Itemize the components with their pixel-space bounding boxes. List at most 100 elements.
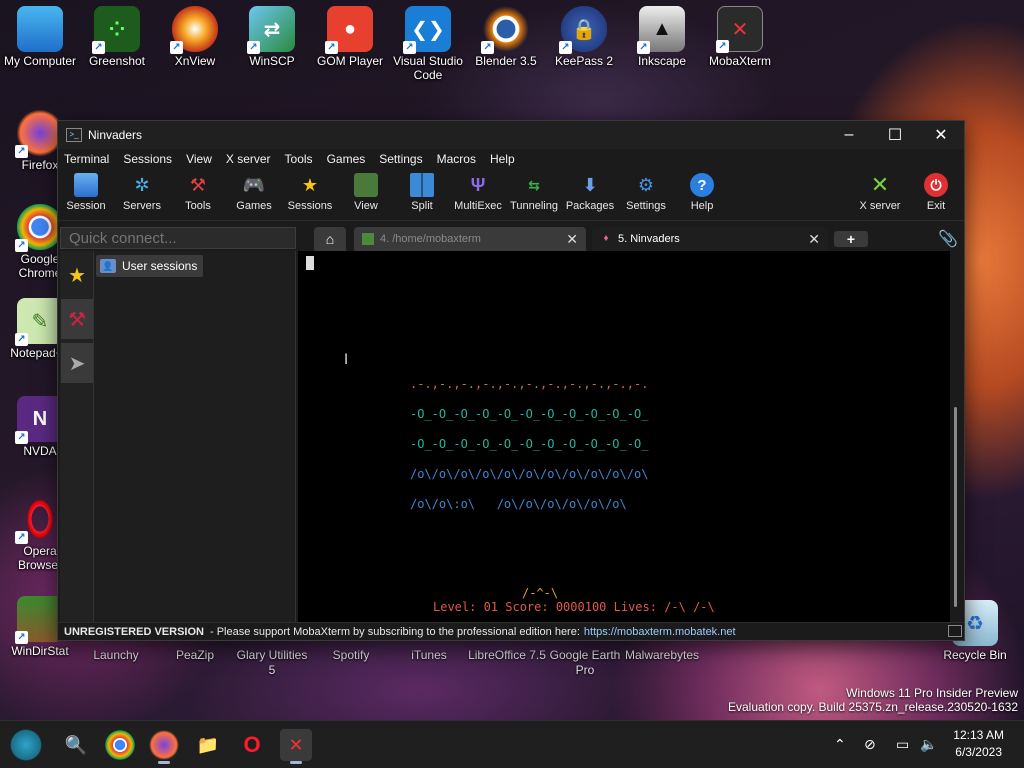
window-titlebar[interactable]: >_ Ninvaders – ☐ ✕ [58,121,964,149]
tab-ninvaders[interactable]: ♦ 5. Ninvaders ✕ [592,227,828,251]
menu-games[interactable]: Games [327,152,366,166]
servers-button[interactable]: ✲ Servers [114,171,170,213]
menu-macros[interactable]: Macros [437,152,476,166]
tray-network-icon[interactable]: ⊘ [864,736,876,753]
sidebar-tools-icon[interactable]: ⚒ [61,299,93,339]
split-button[interactable]: Split [394,171,450,212]
desktop-icon-blender[interactable]: ↗ Blender 3.5 [466,0,546,68]
menu-terminal[interactable]: Terminal [64,152,109,166]
toolbar: Session ✲ Servers ⚒ Tools 🎮 Games ★ Sess… [58,169,964,221]
tab-close-icon[interactable]: ✕ [808,231,820,248]
tools-button[interactable]: ⚒ Tools [170,171,226,213]
home-tab[interactable]: ⌂ [314,227,346,251]
tab-home-mobaxterm[interactable]: 4. /home/mobaxterm ✕ [354,227,586,251]
desktop-icon-launchy[interactable]: Launchy [76,648,156,663]
menu-tools[interactable]: Tools [285,152,313,166]
servers-icon: ✲ [134,174,150,195]
desktop-icon-keepass[interactable]: 🔒 ↗ KeePass 2 [544,0,624,68]
settings-button[interactable]: ⚙ Settings [618,171,674,213]
exit-button[interactable]: ⏻ Exit [908,171,964,212]
gear-icon: ⚙ [637,174,655,195]
tray-volume-icon[interactable]: 🔈 [920,736,937,753]
greenshot-icon: ⁘ ↗ [92,6,140,54]
view-icon [354,173,378,197]
taskbar-firefox-icon[interactable] [148,729,180,764]
desktop-icon-gom-player[interactable]: ● ↗ GOM Player [310,0,390,68]
desktop-icon-peazip[interactable]: PeaZip [155,648,235,663]
desktop-icon-my-computer[interactable]: My Computer [0,0,80,68]
desktop-icon-vscode[interactable]: ❮❯ ↗ Visual Studio Code [388,0,468,82]
keyboard-icon[interactable] [948,625,962,637]
view-button[interactable]: View [338,171,394,212]
tray-chevron-up-icon[interactable]: ⌃ [834,736,846,753]
desktop-icon-xnview[interactable]: ↗ XnView [155,0,235,68]
scrollbar-thumb[interactable] [954,407,957,607]
home-icon: ⌂ [325,231,335,247]
toolbar-label: Games [236,200,272,212]
taskbar-opera-icon[interactable]: O [236,729,268,761]
menu-settings[interactable]: Settings [379,152,422,166]
desktop-icon-greenshot[interactable]: ⁘ ↗ Greenshot [77,0,157,68]
menu-x-server[interactable]: X server [226,152,271,166]
support-link[interactable]: https://mobaxterm.mobatek.net [584,626,736,638]
new-tab-button[interactable]: + [834,231,868,247]
running-indicator [158,761,170,764]
games-button[interactable]: 🎮 Games [226,171,282,213]
desktop-icon-winscp[interactable]: ⇄ ↗ WinSCP [232,0,312,68]
tabs-bar: ⌂ 4. /home/mobaxterm ✕ ♦ 5. Ninvaders ✕ … [298,227,964,251]
terminal-app-icon: >_ [66,128,82,142]
user-sessions-item[interactable]: 👤 User sessions [96,255,204,277]
sidebar-sessions-star-icon[interactable]: ★ [61,255,93,295]
desktop-icon-itunes[interactable]: iTunes [389,648,469,663]
multiexec-button[interactable]: Ψ MultiExec [450,171,506,213]
terminal-shields-line: .-.,-.,-.,-.,-.,-.,-.,-.,-.,-.,-. [410,377,649,391]
packages-download-icon: ⬇ [582,174,598,195]
menu-help[interactable]: Help [490,152,515,166]
paperclip-icon[interactable]: 📎 [938,229,958,249]
winscp-icon: ⇄ ↗ [247,6,295,54]
desktop-icon-label: GOM Player [316,54,383,68]
quick-connect-input[interactable] [60,227,296,249]
desktop-icon-inkscape[interactable]: ▲ ↗ Inkscape [622,0,702,68]
start-button[interactable] [10,729,42,761]
close-button[interactable]: ✕ [918,121,964,149]
taskbar-file-explorer-icon[interactable]: 📁 [192,729,224,761]
help-button[interactable]: ? Help [674,171,730,212]
minimize-button[interactable]: – [826,121,872,149]
tunneling-button[interactable]: ⇆ Tunneling [506,171,562,213]
desktop-icon-glary-utilities[interactable]: Glary Utilities 5 [232,648,312,678]
packages-button[interactable]: ⬇ Packages [562,171,618,213]
search-button[interactable]: 🔍 [60,729,92,761]
unregistered-label: UNREGISTERED VERSION [64,625,204,638]
menu-sessions[interactable]: Sessions [123,152,172,166]
desktop-icon-spotify[interactable]: Spotify [311,648,391,663]
terminal-area[interactable]: I .-.,-.,-.,-.,-.,-.,-.,-.,-.,-.,-. -O_-… [298,251,950,624]
taskbar-clock[interactable]: 12:13 AM 6/3/2023 [953,727,1004,761]
sessions-button[interactable]: ★ Sessions [282,171,338,213]
sidebar-send-icon[interactable]: ➤ [61,343,93,383]
x-server-icon: ✕ [870,172,890,197]
maximize-button[interactable]: ☐ [872,121,918,149]
xnview-eye-icon: ↗ [170,6,218,54]
desktop-icon-malwarebytes[interactable]: Malwarebytes [622,648,702,663]
desktop-icon-mobaxterm[interactable]: ✕ ↗ MobaXterm [700,0,780,68]
toolbar-label: Help [690,200,714,212]
toolbar-label: X server [859,200,901,212]
tray-display-icon[interactable]: ▭ [896,736,909,753]
desktop-icon-label: WinDirStat [11,644,69,658]
desktop-icon-libreoffice[interactable]: LibreOffice 7.5 [467,648,547,663]
menu-view[interactable]: View [186,152,212,166]
taskbar-chrome-icon[interactable] [104,729,136,761]
power-icon: ⏻ [924,173,948,197]
tab-close-icon[interactable]: ✕ [566,231,578,248]
x-server-button[interactable]: ✕ X server [852,171,908,212]
star-icon: ★ [301,174,319,195]
gamepad-icon: 🎮 [242,174,266,195]
user-icon: 👤 [100,259,116,273]
terminal-scrollbar[interactable] [950,251,964,624]
taskbar-mobaxterm-icon[interactable]: ✕ [280,729,312,764]
session-button[interactable]: Session [58,171,114,212]
desktop-icon-label: Blender 3.5 [475,54,537,68]
desktop-icon-label: Recycle Bin [943,648,1007,662]
desktop-icon-google-earth[interactable]: Google Earth Pro [545,648,625,678]
